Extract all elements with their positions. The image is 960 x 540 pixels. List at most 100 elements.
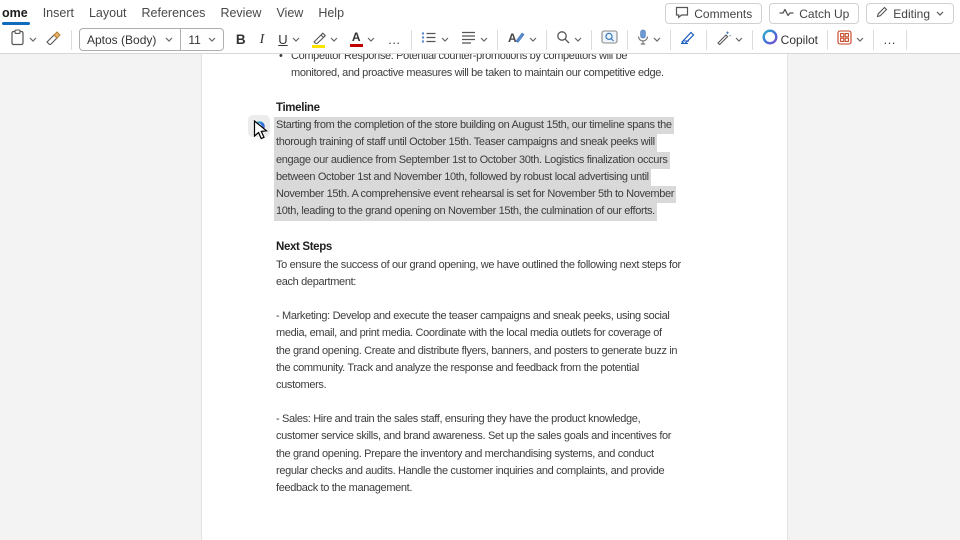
text-line[interactable]: - Marketing: Develop and execute the tea… [276,308,677,325]
tab-help[interactable]: Help [318,0,358,26]
text-line[interactable]: the community. Track and analyze the res… [276,360,677,377]
format-painter-button[interactable] [41,28,66,52]
clipboard-icon [10,29,25,51]
tab-home[interactable]: ome [2,0,42,26]
selected-text-line[interactable]: Starting from the completion of the stor… [274,117,674,134]
catch-up-button[interactable]: Catch Up [769,3,859,24]
more-font-options-button[interactable]: … [384,28,406,52]
toolbar-divider [706,30,707,50]
editor-button[interactable] [676,28,701,52]
timeline-paragraph-selected[interactable]: Starting from the completion of the stor… [274,117,676,221]
tab-references[interactable]: References [142,0,220,26]
pulse-icon [779,7,794,21]
font-size-select[interactable]: 11 [181,29,222,50]
chevron-down-icon [165,37,173,42]
chevron-down-icon [936,11,944,16]
header-actions: Comments Catch Up Editing [665,3,954,24]
bullet-line[interactable]: Competitor Response: Potential counter-p… [291,54,627,65]
pencil-icon [876,6,888,21]
bullet-line[interactable]: monitored, and proactive measures will b… [291,65,729,82]
selected-text-line[interactable]: engage our audience from September 1st t… [274,152,670,169]
timeline-heading[interactable]: Timeline [276,100,320,117]
document-page[interactable]: • Competitor Response: Potential counter… [201,54,788,540]
sales-paragraph[interactable]: - Sales: Hire and train the sales staff,… [276,411,671,497]
document-canvas: • Competitor Response: Potential counter… [0,54,960,540]
chevron-down-icon [367,37,375,42]
menu-tabs: ome Insert Layout References Review View… [0,0,359,26]
svg-text:A: A [508,31,517,45]
mouse-cursor [253,120,268,146]
tab-view[interactable]: View [276,0,317,26]
bullet-list-item[interactable]: • Competitor Response: Potential counter… [279,54,729,83]
styles-button[interactable]: A [503,28,541,52]
add-ins-button[interactable] [833,28,868,52]
font-color-swatch [350,44,363,47]
text-line[interactable]: media, email, and print media. Coordinat… [276,325,677,342]
chevron-down-icon [529,37,537,42]
underline-button[interactable]: U [274,28,303,52]
tab-insert[interactable]: Insert [43,0,88,26]
text-line[interactable]: feedback to the management. [276,480,671,497]
text-line[interactable]: the grand opening. Create and distribute… [276,343,677,360]
text-line[interactable]: the grand opening. Prepare the inventory… [276,446,671,463]
tab-review[interactable]: Review [220,0,275,26]
ellipsis-icon: … [883,35,897,45]
bullet-glyph: • [279,54,291,65]
bullet-list-button[interactable] [417,28,453,52]
chevron-down-icon [441,37,449,42]
chevron-down-icon [735,37,743,42]
selected-text-line[interactable]: November 15th. A comprehensive event reh… [274,186,676,203]
menu-bar: ome Insert Layout References Review View… [0,0,960,26]
dictate-button[interactable] [633,28,665,52]
next-steps-intro-paragraph[interactable]: To ensure the success of our grand openi… [276,257,681,292]
chevron-down-icon [480,37,488,42]
italic-button[interactable]: I [256,28,269,52]
editing-mode-button[interactable]: Editing [866,3,954,24]
toolbar-divider [670,30,671,50]
comments-button[interactable]: Comments [665,3,762,24]
toolbar-divider [546,30,547,50]
toolbar-divider [627,30,628,50]
selected-text-line[interactable]: between October 1st and November 10th, f… [274,169,651,186]
bold-button[interactable]: B [232,28,250,52]
font-group: Aptos (Body) 11 [79,28,224,51]
catch-up-label: Catch Up [799,7,849,21]
font-color-button[interactable]: A [346,28,379,52]
find-button[interactable] [552,28,586,52]
selected-text-line[interactable]: 10th, leading to the grand opening on No… [274,203,657,220]
magic-wand-icon [716,30,731,50]
text-line[interactable]: each department: [276,274,681,291]
text-line[interactable]: regular checks and audits. Handle the cu… [276,463,671,480]
editing-label: Editing [893,7,930,21]
format-painter-icon [45,30,62,50]
search-in-document-button[interactable] [597,28,622,52]
chevron-down-icon [653,37,661,42]
comments-label: Comments [694,7,752,21]
copilot-button[interactable]: Copilot [758,28,822,52]
highlight-color-swatch [312,45,325,48]
styles-icon: A [507,30,525,50]
font-name-select[interactable]: Aptos (Body) [80,29,180,50]
ribbon-overflow-button[interactable]: … [879,28,901,52]
text-highlight-button[interactable] [308,28,342,52]
chevron-down-icon [208,37,216,42]
text-line[interactable]: customer service skills, and brand aware… [276,428,671,445]
next-steps-heading[interactable]: Next Steps [276,239,332,256]
bold-icon: B [236,32,246,47]
text-line[interactable]: - Sales: Hire and train the sales staff,… [276,411,671,428]
marketing-paragraph[interactable]: - Marketing: Develop and execute the tea… [276,308,677,394]
font-color-letter: A [352,32,361,43]
auto-rewrite-button[interactable] [712,28,747,52]
font-name-value: Aptos (Body) [87,33,156,47]
text-line[interactable]: customers. [276,377,677,394]
chevron-down-icon [330,37,338,42]
toolbar-divider [906,30,907,50]
paste-button[interactable] [6,28,41,52]
selected-text-line[interactable]: thorough training of staff until October… [274,134,657,151]
alignment-button[interactable] [457,28,492,52]
document-content: • Competitor Response: Potential counter… [202,54,787,540]
add-ins-grid-icon [837,30,852,50]
toolbar-divider [752,30,753,50]
text-line[interactable]: To ensure the success of our grand openi… [276,257,681,274]
tab-layout[interactable]: Layout [89,0,141,26]
